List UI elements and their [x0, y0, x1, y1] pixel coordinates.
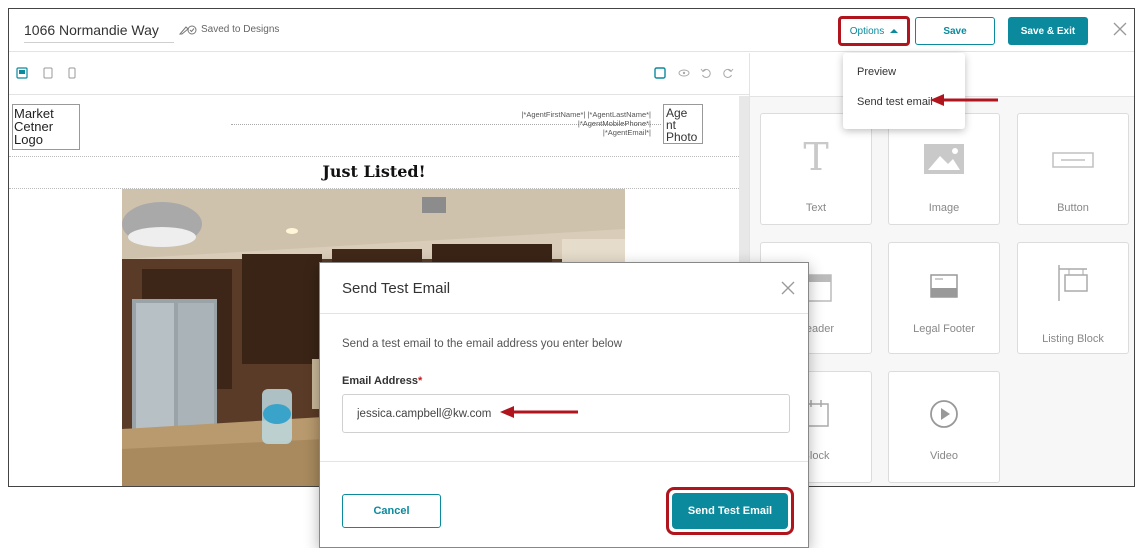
dialog-title: Send Test Email [342, 280, 451, 297]
desktop-view-icon[interactable] [16, 67, 28, 79]
pencil-icon [179, 25, 197, 34]
tile-label: Listing Block [1042, 333, 1104, 345]
agent-name-merge-field: |*AgentFirstName*| |*AgentLastName*| [521, 110, 651, 119]
listing-block-icon [1018, 263, 1128, 303]
send-button-highlight: Send Test Email [666, 487, 794, 535]
video-icon [889, 398, 999, 430]
button-block-tile[interactable]: Button [1017, 113, 1129, 225]
agent-email-merge-field: |*AgentEmail*| [602, 128, 651, 137]
video-block-tile[interactable]: Video [888, 371, 1000, 483]
menu-item-preview[interactable]: Preview [857, 66, 896, 78]
legal-footer-icon [889, 273, 999, 299]
save-button[interactable]: Save [915, 17, 995, 45]
eye-icon[interactable] [678, 67, 690, 79]
annotation-arrow-icon [930, 94, 998, 106]
save-exit-button[interactable]: Save & Exit [1008, 17, 1088, 45]
headline-text[interactable]: Just Listed! [9, 162, 739, 181]
send-test-email-button[interactable]: Send Test Email [672, 493, 788, 529]
top-bar: 1066 Normandie Way Saved to Designs Opti… [9, 9, 1134, 52]
email-address-label: Email Address* [342, 375, 422, 387]
text-icon: T [761, 136, 871, 176]
button-icon [1018, 150, 1128, 170]
image-icon [889, 142, 999, 176]
tile-label: Legal Footer [913, 323, 975, 335]
saved-status-text: Saved to Designs [201, 24, 280, 35]
options-label: Options [849, 25, 885, 37]
market-center-logo[interactable]: Market Cetner Logo [12, 104, 80, 150]
dialog-footer-divider [320, 461, 808, 462]
close-icon[interactable] [780, 280, 796, 296]
text-block-tile[interactable]: T Text [760, 113, 872, 225]
design-name-field[interactable]: 1066 Normandie Way [24, 22, 159, 38]
dialog-divider [320, 313, 808, 314]
options-button[interactable]: Options [838, 16, 910, 46]
caret-up-icon [890, 29, 899, 33]
agent-info-block[interactable]: |*AgentFirstName*| |*AgentLastName*| |*A… [521, 110, 651, 137]
options-dropdown-menu: Preview Send test email [843, 53, 965, 129]
required-marker: * [418, 375, 423, 387]
tile-label: Video [930, 450, 958, 462]
tile-label: Button [1057, 202, 1089, 214]
annotation-arrow-icon [500, 406, 578, 418]
mobile-view-icon[interactable] [66, 67, 78, 79]
legal-footer-block-tile[interactable]: Legal Footer [888, 242, 1000, 354]
listing-block-tile[interactable]: Listing Block [1017, 242, 1129, 354]
cancel-button[interactable]: Cancel [342, 494, 441, 528]
saved-status: Saved to Designs [179, 24, 279, 35]
menu-item-send-test-email[interactable]: Send test email [857, 96, 933, 108]
tile-label: Text [805, 202, 827, 214]
agent-phone-merge-field: |*AgentMobilePhone*| [577, 119, 651, 128]
redo-icon[interactable] [722, 67, 734, 79]
agent-photo[interactable]: Age nt Photo [663, 104, 703, 144]
image-block-tile[interactable]: Image [888, 113, 1000, 225]
undo-icon[interactable] [700, 67, 712, 79]
canvas-toolbar [9, 53, 749, 95]
section-divider [9, 156, 739, 157]
close-icon[interactable] [1110, 19, 1130, 39]
dialog-description: Send a test email to the email address y… [342, 338, 622, 350]
svg-text:T: T [803, 136, 828, 176]
tablet-view-icon[interactable] [42, 67, 54, 79]
email-label-text: Email Address [342, 375, 419, 387]
select-frame-icon[interactable] [654, 67, 666, 79]
design-name-underline [24, 42, 174, 43]
tile-label: Image [928, 202, 960, 214]
